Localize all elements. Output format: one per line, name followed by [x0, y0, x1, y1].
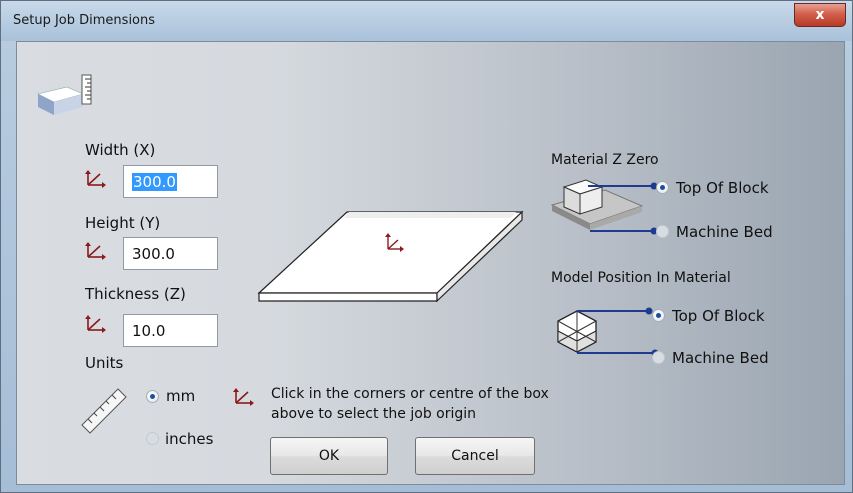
model-pos-bed-label[interactable]: Machine Bed: [672, 349, 769, 367]
origin-axes-icon[interactable]: [85, 242, 107, 260]
cancel-button[interactable]: Cancel: [415, 437, 535, 475]
model-position-title: Model Position In Material: [551, 270, 731, 286]
model-pos-top-radio[interactable]: [652, 309, 665, 322]
job-block-icon: [37, 74, 92, 115]
width-label: Width (X): [85, 141, 156, 159]
origin-axes-icon: [233, 388, 254, 406]
origin-axes-icon[interactable]: [85, 315, 107, 333]
units-mm-radio[interactable]: [146, 390, 159, 403]
dialog-window: Setup Job Dimensions x Width (X) 300.0 H…: [0, 0, 853, 493]
width-input[interactable]: 300.0: [123, 165, 218, 198]
title-bar[interactable]: Setup Job Dimensions x: [1, 1, 852, 41]
height-value: 300.0: [132, 245, 175, 263]
units-label: Units: [85, 354, 124, 372]
z-zero-bed-label[interactable]: Machine Bed: [676, 223, 773, 241]
hint-line-1: Click in the corners or centre of the bo…: [271, 386, 549, 402]
hint-line-2: above to select the job origin: [271, 406, 477, 422]
width-value: 300.0: [132, 173, 177, 191]
model-pos-top-label[interactable]: Top Of Block: [672, 307, 765, 325]
z-zero-top-label[interactable]: Top Of Block: [676, 179, 769, 197]
z-zero-top-radio[interactable]: [656, 181, 669, 194]
close-button[interactable]: x: [794, 3, 846, 27]
material-block-icon: [550, 179, 658, 235]
material-z-zero-title: Material Z Zero: [551, 152, 659, 168]
height-input[interactable]: 300.0: [123, 237, 218, 270]
units-mm-label[interactable]: mm: [166, 387, 195, 405]
thickness-label: Thickness (Z): [85, 285, 186, 303]
ruler-icon: [81, 388, 127, 434]
origin-axes-icon[interactable]: [85, 170, 107, 188]
units-inches-label[interactable]: inches: [165, 430, 213, 448]
model-pos-bed-radio[interactable]: [652, 351, 665, 364]
thickness-input[interactable]: 10.0: [123, 314, 218, 347]
job-preview-canvas[interactable]: [257, 208, 525, 304]
z-zero-bed-radio[interactable]: [656, 225, 669, 238]
height-label: Height (Y): [85, 214, 161, 232]
dialog-client-area: Width (X) 300.0 Height (Y) 300.0 Thickne…: [16, 41, 845, 485]
thickness-value: 10.0: [132, 322, 166, 340]
model-cube-icon: [557, 307, 659, 357]
ok-button[interactable]: OK: [270, 437, 388, 475]
units-inches-radio[interactable]: [146, 432, 159, 445]
window-title: Setup Job Dimensions: [13, 13, 156, 28]
